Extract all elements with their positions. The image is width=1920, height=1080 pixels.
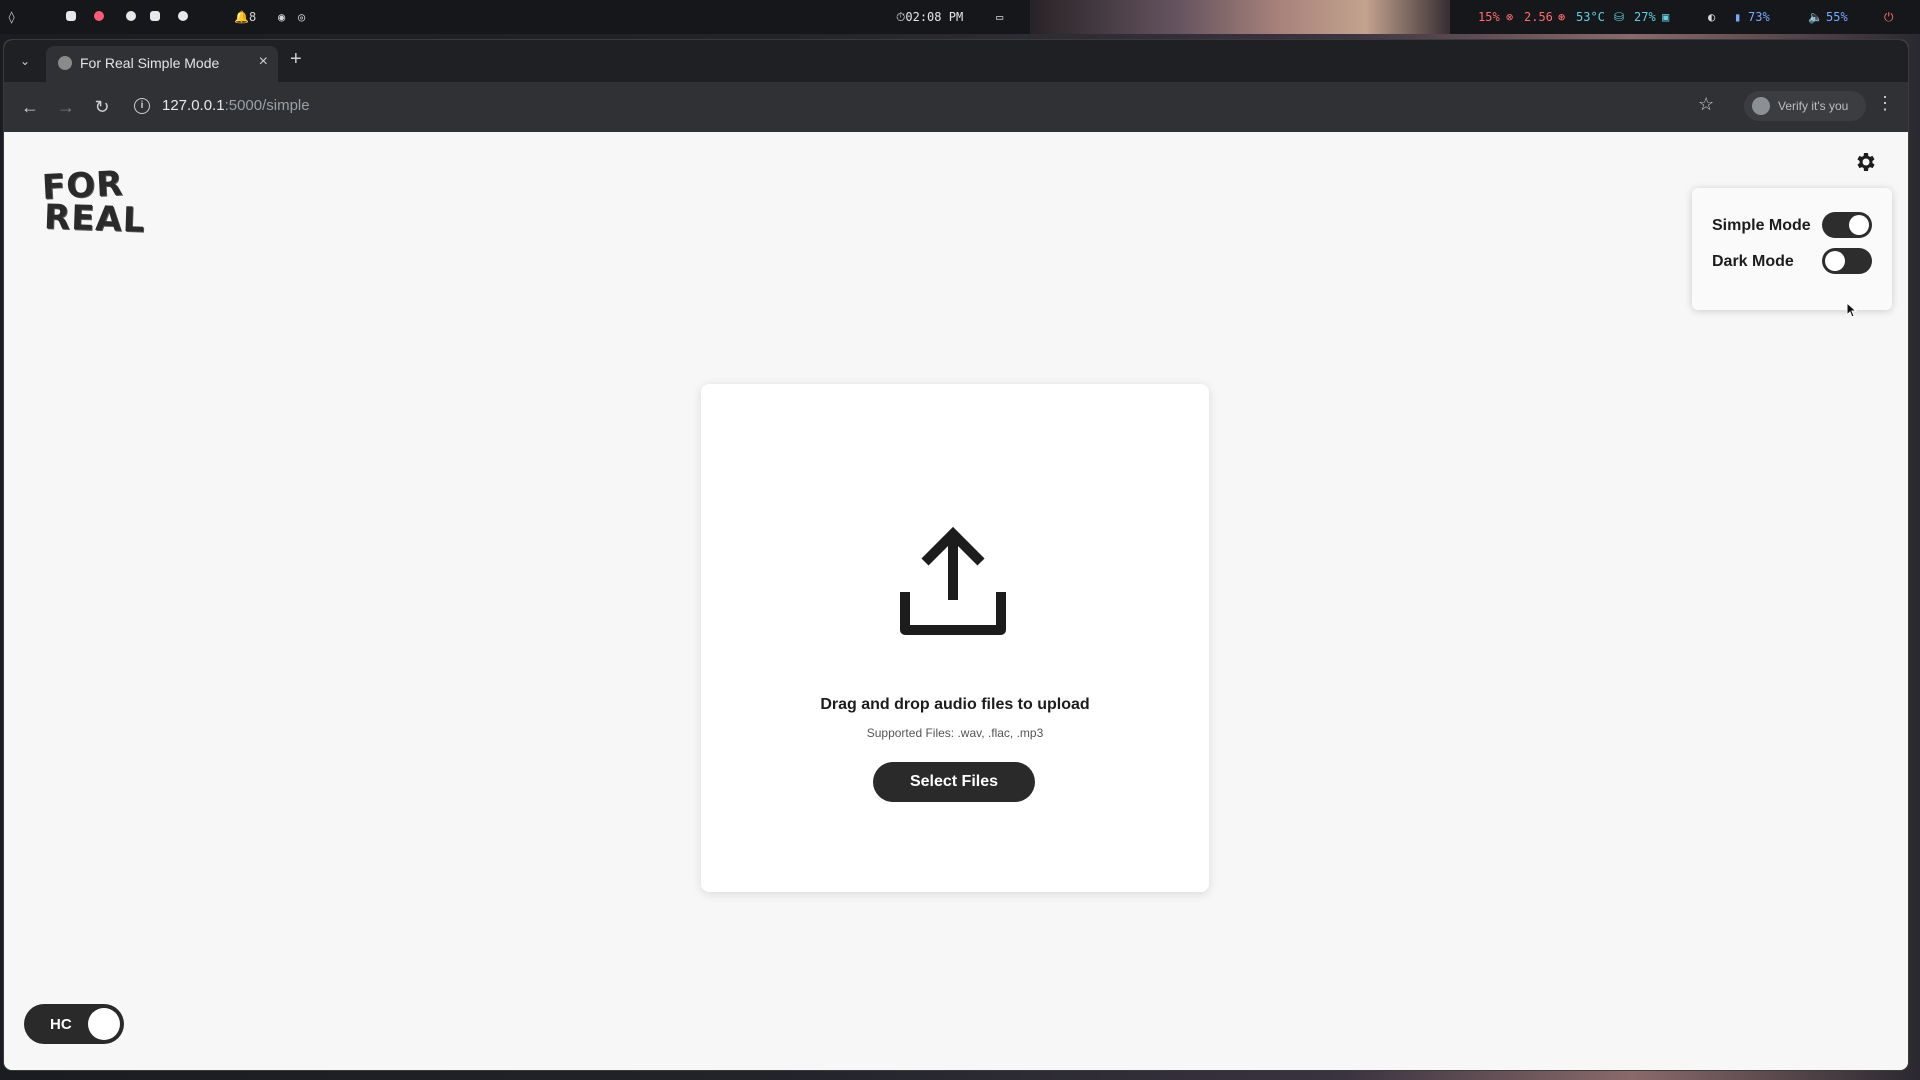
browser-window: ⌄ For Real Simple Mode × + ← → ↻ i 127.0… bbox=[4, 40, 1908, 1070]
back-arrow-icon[interactable]: ← bbox=[18, 95, 42, 119]
upload-heading: Drag and drop audio files to upload bbox=[820, 696, 1090, 713]
disk-usage: 27% bbox=[1634, 10, 1656, 24]
brightness-icon[interactable]: ◐ bbox=[1708, 9, 1715, 25]
battery-icon[interactable]: ▮ bbox=[1734, 9, 1741, 25]
toggle-knob bbox=[88, 1008, 120, 1040]
hc-label: HC bbox=[50, 1016, 72, 1033]
close-tab-icon[interactable]: × bbox=[259, 53, 268, 71]
dark-mode-label: Dark Mode bbox=[1712, 253, 1794, 270]
disk-icon: ⛁ bbox=[1614, 10, 1625, 24]
workspace-1-icon[interactable] bbox=[66, 9, 76, 25]
url-host: 127.0.0.1 bbox=[162, 97, 225, 114]
kebab-menu-icon[interactable]: ⋮ bbox=[1876, 93, 1894, 114]
workspace-5-icon[interactable] bbox=[178, 9, 188, 25]
site-info-icon[interactable]: i bbox=[134, 98, 150, 114]
tab-list-chevron-icon[interactable]: ⌄ bbox=[14, 50, 36, 72]
temp-icon: ⊛ bbox=[1558, 10, 1566, 24]
volume-icon[interactable]: 🔈 bbox=[1808, 9, 1823, 25]
reload-icon[interactable]: ↻ bbox=[90, 95, 114, 119]
profile-avatar bbox=[1752, 97, 1770, 115]
supported-files-text: Supported Files: .wav, .flac, .mp3 bbox=[866, 726, 1044, 740]
tab-title: For Real Simple Mode bbox=[80, 55, 220, 71]
power-icon[interactable]: ⏻ bbox=[1884, 9, 1894, 25]
temperature: 53°C bbox=[1576, 10, 1605, 24]
tray-app-icon[interactable]: ◉ bbox=[278, 9, 285, 25]
battery-level: 73% bbox=[1748, 10, 1770, 24]
notification-bell-icon[interactable]: 🔔8 bbox=[234, 9, 256, 25]
simple-mode-label: Simple Mode bbox=[1712, 217, 1811, 234]
keyboard-layout-icon[interactable]: ▭ bbox=[996, 9, 1003, 25]
launcher-icon[interactable]: ◊ bbox=[8, 9, 15, 25]
forward-arrow-icon[interactable]: → bbox=[54, 95, 78, 119]
dark-mode-row: Dark Mode bbox=[1712, 248, 1882, 278]
page-content: FOR REAL Simple Mode Dark Mode Drag and … bbox=[4, 132, 1908, 1070]
settings-gear-icon[interactable] bbox=[1854, 150, 1878, 174]
settings-panel: Simple Mode Dark Mode bbox=[1692, 188, 1892, 310]
new-tab-plus-icon[interactable]: + bbox=[290, 48, 302, 71]
active-tab[interactable]: For Real Simple Mode × bbox=[46, 46, 278, 82]
tab-strip: ⌄ For Real Simple Mode × + bbox=[4, 40, 1908, 82]
workspace-4-icon[interactable] bbox=[150, 9, 160, 25]
upload-icon bbox=[900, 526, 1006, 635]
os-status-bar: ◊ 🔔8 ◉ ◎ ⏱02:08 PM ▭ 15% ⊗ 2.56 ⊛ 53°C ⛁… bbox=[0, 0, 1920, 34]
verify-label: Verify it's you bbox=[1778, 99, 1849, 113]
clock[interactable]: ⏱02:08 PM bbox=[896, 9, 963, 25]
simple-mode-toggle[interactable] bbox=[1822, 212, 1872, 238]
url-path: :5000/simple bbox=[224, 97, 310, 114]
workspace-2-icon[interactable] bbox=[94, 9, 104, 25]
toggle-knob bbox=[1849, 215, 1869, 235]
select-files-button[interactable]: Select Files bbox=[873, 762, 1035, 802]
volume-level: 55% bbox=[1826, 10, 1848, 24]
simple-mode-row: Simple Mode bbox=[1712, 212, 1882, 242]
logo-line-2: REAL bbox=[43, 197, 147, 241]
cpu-usage: 15% bbox=[1478, 10, 1500, 24]
bookmark-star-icon[interactable]: ☆ bbox=[1698, 94, 1714, 115]
cpu-icon: ⊗ bbox=[1506, 10, 1514, 24]
dark-mode-toggle[interactable] bbox=[1822, 248, 1872, 274]
toggle-knob bbox=[1825, 251, 1845, 271]
upload-dropzone[interactable]: Drag and drop audio files to upload Supp… bbox=[701, 384, 1209, 892]
notification-count: 8 bbox=[248, 10, 257, 24]
wallpaper-strip bbox=[1030, 0, 1450, 34]
profile-verify-button[interactable]: Verify it's you bbox=[1744, 91, 1866, 121]
mouse-cursor-icon bbox=[1846, 302, 1858, 318]
clock-text: 02:08 PM bbox=[905, 10, 964, 24]
browser-toolbar: ← → ↻ i 127.0.0.1:5000/simple ☆ Verify i… bbox=[4, 82, 1908, 132]
address-bar[interactable]: 127.0.0.1:5000/simple bbox=[162, 97, 310, 114]
memory-icon: ▣ bbox=[1662, 10, 1670, 24]
high-contrast-toggle[interactable]: HC bbox=[24, 1004, 124, 1044]
workspace-3-icon[interactable] bbox=[126, 9, 136, 25]
globe-icon bbox=[58, 56, 72, 70]
chrome-tray-icon[interactable]: ◎ bbox=[298, 9, 305, 25]
load-average: 2.56 bbox=[1524, 10, 1553, 24]
app-logo: FOR REAL bbox=[41, 164, 152, 248]
